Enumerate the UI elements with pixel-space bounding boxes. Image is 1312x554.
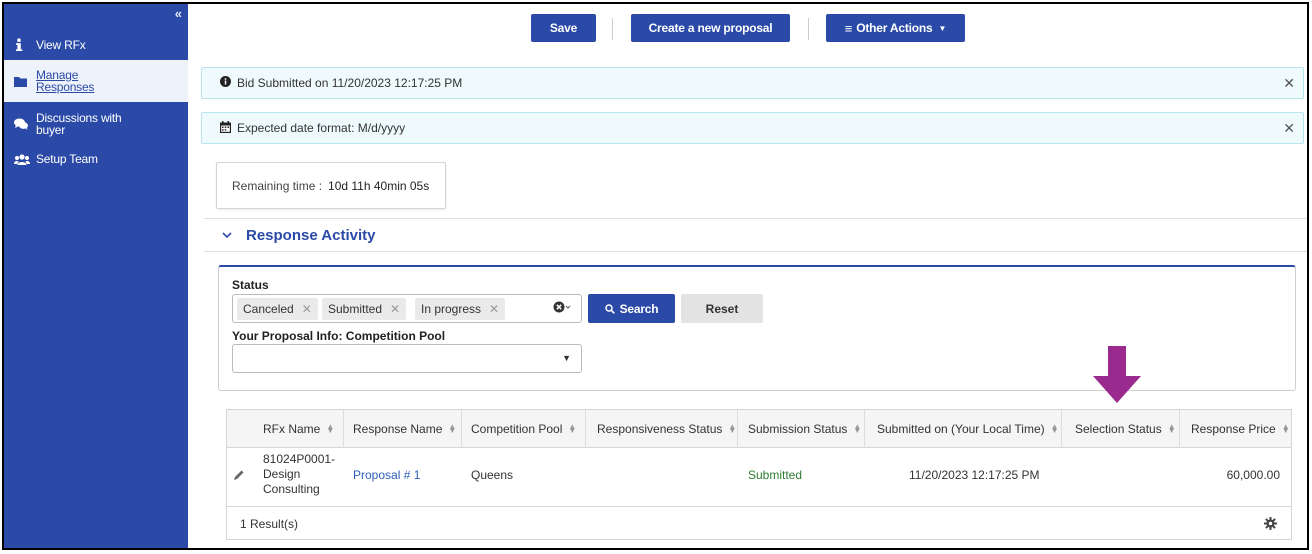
sidebar-item-discussions[interactable]: Discussions with buyer bbox=[4, 108, 188, 140]
info-circle-icon bbox=[220, 76, 231, 90]
remaining-time-value: 10d 11h 40min 05s bbox=[328, 178, 430, 193]
caret-down-icon: ▼ bbox=[562, 353, 571, 363]
sort-icon: ▲ ▼ bbox=[448, 422, 457, 435]
sidebar-item-setup-team[interactable]: Setup Team bbox=[4, 148, 188, 170]
search-button-label: Search bbox=[619, 301, 659, 316]
competition-pool-cell: Queens bbox=[471, 468, 514, 482]
remaining-time-label: Remaining time : bbox=[232, 178, 323, 193]
sidebar-item-label: View RFx bbox=[36, 38, 86, 52]
alert-text: Expected date format: M/d/yyyy bbox=[237, 121, 406, 135]
competition-pool-label: Your Proposal Info: Competition Pool bbox=[232, 329, 446, 343]
folder-icon bbox=[14, 76, 36, 87]
close-icon[interactable]: ✕ bbox=[1283, 120, 1295, 137]
collapse-sidebar-icon[interactable]: « bbox=[175, 6, 182, 21]
remove-tag-icon[interactable]: ✕ bbox=[302, 302, 312, 316]
toolbar-divider bbox=[612, 18, 613, 40]
reset-button[interactable]: Reset bbox=[681, 294, 763, 323]
column-header-submitted-on[interactable]: Submitted on (Your Local Time) ▲ ▼ bbox=[864, 410, 1061, 448]
submission-status-cell: Submitted bbox=[748, 468, 803, 482]
caret-down-icon: ▼ bbox=[938, 23, 947, 33]
sort-icon: ▲ ▼ bbox=[568, 422, 577, 435]
sort-icon: ▲ ▼ bbox=[853, 422, 862, 435]
sidebar-item-label: Manage Responses bbox=[36, 68, 95, 94]
column-header-competition-pool[interactable]: Competition Pool ▲ ▼ bbox=[461, 410, 585, 448]
sidebar-item-view-rfx[interactable]: View RFx bbox=[4, 32, 188, 58]
status-multiselect[interactable]: Canceled ✕ Submitted ✕ In progress ✕ bbox=[232, 294, 582, 323]
gear-icon[interactable] bbox=[1264, 517, 1277, 533]
column-header-responsiveness-status[interactable]: Responsiveness Status ▲ ▼ bbox=[585, 410, 737, 448]
toolbar-divider bbox=[808, 18, 809, 40]
users-icon bbox=[14, 153, 36, 165]
sort-icon: ▲ ▼ bbox=[326, 422, 335, 435]
status-tag: Canceled ✕ bbox=[237, 298, 318, 320]
annotation-arrow-icon bbox=[1093, 346, 1141, 403]
responses-table: RFx Name ▲ ▼ Response Name ▲ ▼ Competition P… bbox=[226, 409, 1292, 540]
response-price-cell: 60,000.00 bbox=[1226, 468, 1280, 482]
column-header-response-price[interactable]: Response Price ▲ ▼ bbox=[1179, 410, 1292, 448]
search-button[interactable]: Search bbox=[588, 294, 675, 323]
status-label: Status bbox=[232, 278, 269, 292]
sidebar-item-label: Discussions with buyer bbox=[36, 111, 122, 137]
rfx-name-cell: 81024P0001- Design Consulting bbox=[263, 452, 336, 496]
sort-icon: ▲ ▼ bbox=[1167, 422, 1176, 435]
bid-submitted-alert: Bid Submitted on 11/20/2023 12:17:25 PM … bbox=[201, 67, 1304, 99]
chevron-down-icon[interactable] bbox=[222, 228, 232, 242]
sort-icon: ▲ ▼ bbox=[1281, 422, 1290, 435]
remaining-time-card: Remaining time : 10d 11h 40min 05s bbox=[216, 162, 446, 209]
column-header-submission-status[interactable]: Submission Status ▲ ▼ bbox=[737, 410, 864, 448]
other-actions-button[interactable]: ≡ Other Actions ▼ bbox=[826, 14, 965, 42]
column-header-rfx-name[interactable]: RFx Name ▲ ▼ bbox=[253, 410, 343, 448]
column-header-response-name[interactable]: Response Name ▲ ▼ bbox=[343, 410, 461, 448]
app-window: « View RFx Manage Responses Discussions w… bbox=[2, 2, 1309, 550]
sort-icon: ▲ ▼ bbox=[1050, 422, 1059, 435]
calendar-icon bbox=[220, 120, 231, 136]
sidebar-item-manage-responses[interactable]: Manage Responses bbox=[4, 60, 188, 102]
chat-icon bbox=[14, 118, 36, 130]
response-activity-header[interactable]: Response Activity bbox=[204, 218, 1307, 252]
table-footer: 1 Result(s) bbox=[227, 506, 1291, 540]
status-tag: In progress ✕ bbox=[415, 298, 506, 320]
create-proposal-button[interactable]: Create a new proposal bbox=[631, 14, 790, 42]
proposal-link[interactable]: Proposal # 1 bbox=[353, 468, 420, 482]
sidebar: « View RFx Manage Responses Discussions w… bbox=[4, 4, 188, 548]
status-tag: Submitted ✕ bbox=[322, 298, 407, 320]
table-header: RFx Name ▲ ▼ Response Name ▲ ▼ Competition P… bbox=[227, 410, 1291, 448]
remove-tag-icon[interactable]: ✕ bbox=[489, 302, 499, 316]
sort-icon: ▲ ▼ bbox=[728, 422, 737, 435]
sidebar-item-label: Setup Team bbox=[36, 152, 98, 166]
remove-tag-icon[interactable]: ✕ bbox=[390, 302, 400, 316]
close-icon[interactable]: ✕ bbox=[1283, 75, 1295, 92]
menu-icon: ≡ bbox=[844, 20, 853, 36]
submitted-on-cell: 11/20/2023 12:17:25 PM bbox=[909, 468, 1040, 482]
other-actions-label: Other Actions bbox=[856, 21, 933, 35]
date-format-alert: Expected date format: M/d/yyyy ✕ bbox=[201, 112, 1304, 144]
result-count: 1 Result(s) bbox=[240, 517, 299, 531]
clear-all-icon[interactable] bbox=[553, 301, 571, 316]
edit-pencil-icon[interactable] bbox=[233, 469, 245, 484]
alert-text: Bid Submitted on 11/20/2023 12:17:25 PM bbox=[237, 76, 463, 90]
info-icon bbox=[14, 38, 36, 52]
save-button[interactable]: Save bbox=[531, 14, 596, 42]
panel-title: Response Activity bbox=[246, 226, 376, 244]
competition-pool-select[interactable]: ▼ bbox=[232, 344, 582, 373]
search-icon bbox=[604, 303, 615, 314]
column-header-selection-status[interactable]: Selection Status ▲ ▼ bbox=[1061, 410, 1179, 448]
